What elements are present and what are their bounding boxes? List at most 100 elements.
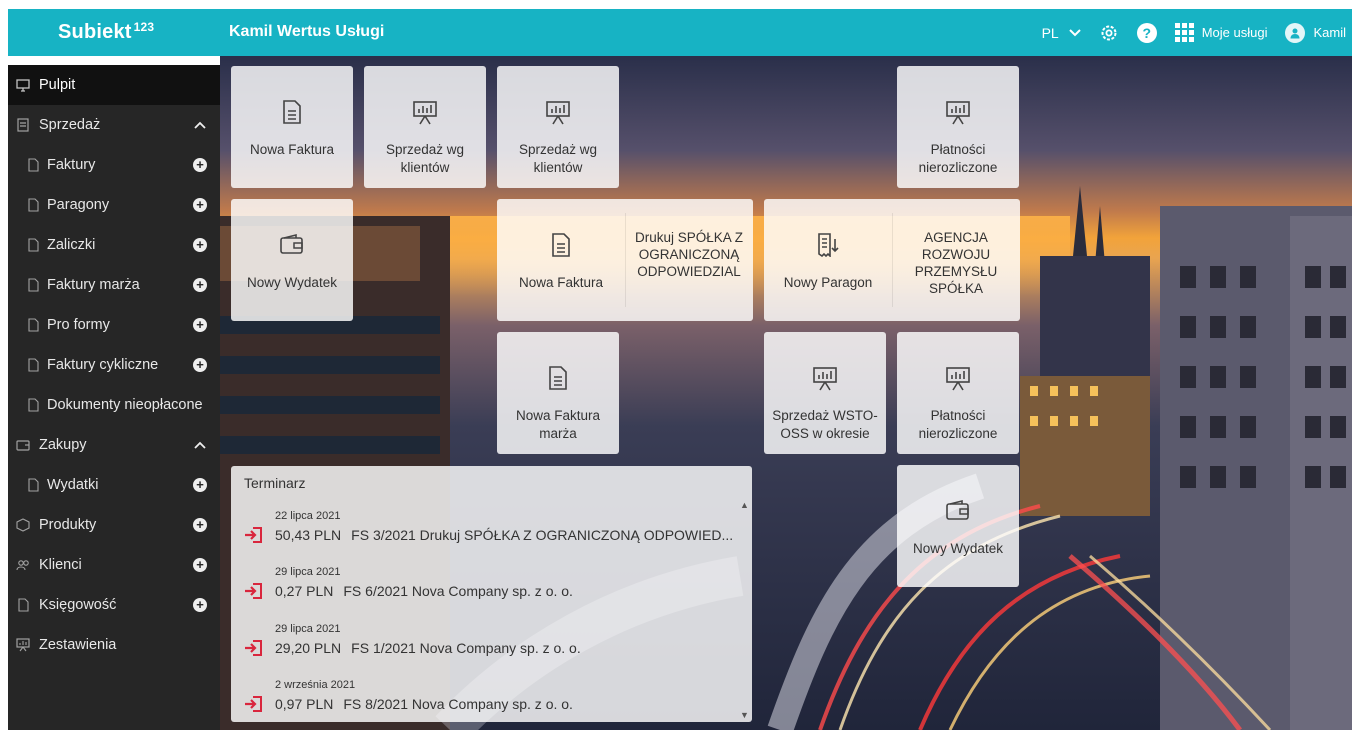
tile-new-invoice[interactable]: Nowa Faktura [231, 66, 353, 188]
tile-unsettled-payments-2[interactable]: Płatności nierozliczone [897, 332, 1019, 454]
user-name: Kamil [1313, 25, 1346, 40]
row-document: FS 8/2021 Nova Company sp. z o. o. [343, 696, 573, 712]
row-document: FS 3/2021 Drukuj SPÓŁKA Z OGRANICZONĄ OD… [351, 527, 734, 543]
tile-receipt-for-client[interactable]: Nowy Paragon AGENCJA ROZWOJU PRZEMYSŁU S… [764, 199, 1020, 321]
document-icon [28, 278, 39, 292]
desktop-icon [16, 79, 30, 92]
sidebar-item-faktury-cykliczne[interactable]: Faktury cykliczne + [8, 345, 220, 385]
payment-in-icon [245, 583, 262, 599]
sidebar-item-label: Produkty [39, 517, 97, 533]
add-icon[interactable]: + [193, 598, 207, 612]
tile-client-name: Drukuj SPÓŁKA Z OGRANICZONĄ ODPOWIEDZIAL [634, 230, 744, 279]
sidebar-item-pulpit[interactable]: Pulpit [8, 65, 220, 105]
add-icon[interactable]: + [193, 158, 207, 172]
tile-unsettled-payments[interactable]: Płatności nierozliczone [897, 66, 1019, 188]
add-icon[interactable]: + [193, 278, 207, 292]
list-item[interactable]: 29 lipca 2021 0,27 PLN FS 6/2021 Nova Com… [244, 566, 734, 614]
tile-client-half[interactable]: AGENCJA ROZWOJU PRZEMYSŁU SPÓŁKA [892, 199, 1020, 321]
sidebar-item-zakupy[interactable]: Zakupy [8, 425, 220, 465]
help-button[interactable]: ? [1136, 22, 1157, 43]
tile-new-expense-2[interactable]: Nowy Wydatek [897, 465, 1019, 587]
sidebar-item-label: Dokumenty nieopłacone [47, 397, 203, 413]
document-icon [18, 598, 29, 612]
sidebar-item-label: Wydatki [47, 477, 99, 493]
document-icon [28, 238, 39, 252]
tile-label: Sprzedaż wg klientów [385, 142, 465, 175]
add-icon[interactable]: + [193, 358, 207, 372]
tile-sales-wsto-oss[interactable]: Sprzedaż WSTO-OSS w okresie [764, 332, 886, 454]
sidebar-item-label: Klienci [39, 557, 82, 573]
tile-label: Płatności nierozliczone [918, 408, 998, 441]
user-icon [1290, 28, 1300, 38]
add-icon[interactable]: + [193, 198, 207, 212]
language-select[interactable]: PL [1042, 25, 1081, 41]
panel-title: Terminarz [244, 475, 306, 491]
document-icon [28, 198, 39, 212]
add-icon[interactable]: + [193, 478, 207, 492]
list-item[interactable]: 22 lipca 2021 50,43 PLN FS 3/2021 Drukuj … [244, 510, 734, 558]
add-icon[interactable]: + [193, 518, 207, 532]
list-item[interactable]: 2 września 2021 0,97 PLN FS 8/2021 Nova C… [244, 679, 734, 727]
sidebar-item-klienci[interactable]: Klienci + [8, 545, 220, 585]
presentation-chart-icon [946, 101, 970, 125]
app-window: Subiekt 123 Kamil Wertus Usługi PL ? Moje… [8, 9, 1352, 730]
sidebar-item-wydatki[interactable]: Wydatki + [8, 465, 220, 505]
services-button[interactable]: Moje usługi [1174, 23, 1267, 42]
payment-in-icon [245, 640, 262, 656]
tile-label: Sprzedaż wg klientów [518, 142, 598, 175]
row-date: 29 lipca 2021 [275, 623, 341, 635]
tile-label: Nowy Paragon [783, 275, 873, 290]
sidebar-item-pro-formy[interactable]: Pro formy + [8, 305, 220, 345]
row-amount-and-document: 0,27 PLN FS 6/2021 Nova Company sp. z o. … [275, 583, 573, 599]
presentation-chart-icon [413, 101, 437, 125]
row-document: FS 6/2021 Nova Company sp. z o. o. [343, 583, 573, 599]
sidebar-item-sprzedaz[interactable]: Sprzedaż [8, 105, 220, 145]
row-amount-and-document: 0,97 PLN FS 8/2021 Nova Company sp. z o. … [275, 696, 573, 712]
list-item[interactable]: 29 lipca 2021 29,20 PLN FS 1/2021 Nova Co… [244, 623, 734, 671]
gear-icon [1101, 25, 1117, 40]
top-bar: Subiekt 123 Kamil Wertus Usługi PL ? Moje… [8, 9, 1352, 56]
tile-sales-by-clients-2[interactable]: Sprzedaż wg klientów [497, 66, 619, 188]
row-date: 22 lipca 2021 [275, 510, 341, 522]
scrollbar[interactable]: ▲ ▼ [738, 496, 752, 722]
row-amount: 0,97 PLN [275, 696, 334, 712]
tile-label: Nowa Faktura [518, 275, 604, 290]
app-logo[interactable]: Subiekt 123 [58, 20, 154, 44]
tile-sales-by-clients[interactable]: Sprzedaż wg klientów [364, 66, 486, 188]
tile-new-invoice-half[interactable]: Nowa Faktura [497, 199, 625, 321]
terminarz-panel: Terminarz 22 lipca 2021 50,43 PLN FS 3/20… [231, 466, 752, 722]
presentation-chart-icon [813, 367, 837, 391]
tile-new-expense[interactable]: Nowy Wydatek [231, 199, 353, 321]
sidebar-item-faktury[interactable]: Faktury + [8, 145, 220, 185]
tile-client-half[interactable]: Drukuj SPÓŁKA Z OGRANICZONĄ ODPOWIEDZIAL [625, 199, 753, 321]
document-icon [552, 233, 570, 257]
sidebar-item-zaliczki[interactable]: Zaliczki + [8, 225, 220, 265]
scroll-down-icon[interactable]: ▼ [740, 710, 749, 720]
user-menu[interactable]: Kamil [1285, 22, 1346, 43]
sidebar-item-produkty[interactable]: Produkty + [8, 505, 220, 545]
document-icon [28, 478, 39, 492]
sidebar-item-ksiegowosc[interactable]: Księgowość + [8, 585, 220, 625]
sidebar-item-zestawienia[interactable]: Zestawienia [8, 625, 220, 665]
add-icon[interactable]: + [193, 318, 207, 332]
chevron-up-icon [194, 121, 206, 129]
tile-new-receipt-half[interactable]: Nowy Paragon [764, 199, 892, 321]
sidebar-item-faktury-marza[interactable]: Faktury marża + [8, 265, 220, 305]
settings-button[interactable] [1099, 23, 1119, 43]
add-icon[interactable]: + [193, 238, 207, 252]
tile-client-name: AGENCJA ROZWOJU PRZEMYSŁU SPÓŁKA [914, 230, 998, 296]
tile-new-margin-invoice[interactable]: Nowa Faktura marża [497, 332, 619, 454]
wallet-icon [16, 440, 30, 451]
tile-label: Płatności nierozliczone [918, 142, 998, 175]
sidebar-item-paragony[interactable]: Paragony + [8, 185, 220, 225]
document-icon [549, 366, 567, 390]
sidebar-item-label: Zestawienia [39, 637, 117, 653]
scroll-up-icon[interactable]: ▲ [740, 500, 749, 510]
tile-invoice-for-client[interactable]: Nowa Faktura Drukuj SPÓŁKA Z OGRANICZONĄ… [497, 199, 753, 321]
sidebar-item-label: Faktury [47, 157, 96, 173]
row-date: 29 lipca 2021 [275, 566, 341, 578]
sidebar-item-dokumenty-nieoplacone[interactable]: Dokumenty nieopłacone [8, 385, 220, 425]
add-icon[interactable]: + [193, 558, 207, 572]
tile-label: Sprzedaż WSTO-OSS w okresie [772, 408, 878, 441]
chevron-down-icon [1069, 28, 1081, 36]
